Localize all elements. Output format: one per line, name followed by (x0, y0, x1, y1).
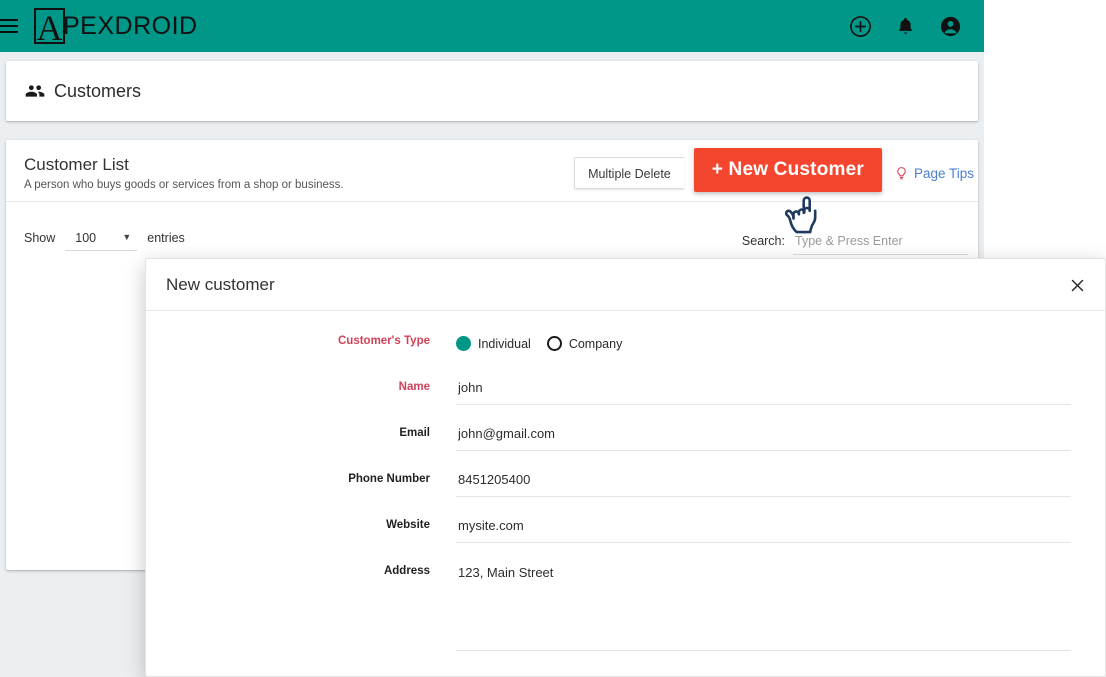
close-icon[interactable] (1063, 271, 1091, 299)
customer-type-option-company[interactable]: Company (546, 336, 623, 351)
topbar-actions (849, 15, 984, 38)
list-controls: Show 102550100 ▼ entries Search: (6, 202, 978, 255)
name-label: Name (398, 381, 430, 393)
show-entries-select[interactable]: 102550100 (65, 228, 138, 251)
modal-body: Customer's Type Individual Company Name Em… (146, 311, 1105, 676)
show-select-wrapper: 102550100 ▼ (65, 228, 138, 251)
page-tips-button[interactable]: Page Tips (894, 166, 974, 181)
page-title: Customers (54, 80, 142, 101)
multiple-delete-button[interactable]: Multiple Delete (574, 157, 684, 189)
field-row-address: Address (146, 555, 1105, 656)
people-icon (25, 85, 45, 97)
website-label: Website (386, 519, 430, 531)
radio-individual-icon[interactable] (456, 336, 471, 351)
search-control: Search: (742, 230, 968, 255)
plus-circle-icon[interactable] (849, 15, 872, 38)
modal-fields: Name Email Phone Number Website Address City (146, 371, 1105, 676)
search-input[interactable] (793, 230, 968, 255)
email-input[interactable] (456, 420, 1071, 451)
phone-number-control (456, 463, 1071, 497)
page-title-card: Customers (6, 61, 978, 121)
account-circle-icon[interactable] (939, 15, 962, 38)
lightbulb-icon (897, 166, 906, 179)
website-control (456, 509, 1071, 543)
customer-type-option-individual[interactable]: Individual (456, 336, 531, 351)
field-row-customer-type: Customer's Type Individual Company (146, 325, 1105, 351)
list-header: Customer List A person who buys goods or… (6, 140, 978, 202)
name-input[interactable] (456, 374, 1071, 405)
field-row-name: Name (146, 371, 1105, 405)
email-control (456, 417, 1071, 451)
address-label: Address (383, 565, 430, 577)
city-label: City (146, 668, 456, 676)
phone-number-input[interactable] (456, 466, 1071, 497)
top-navbar: A PEXDROID (0, 0, 984, 52)
show-entries-control: Show 102550100 ▼ entries (24, 228, 185, 251)
customer-type-radio-group: Individual Company (456, 328, 1071, 351)
screen-root: A PEXDROID Customers Customer List A per… (0, 0, 1106, 677)
show-label: Show (24, 231, 56, 245)
field-row-website: Website (146, 509, 1105, 543)
field-row-phone-number: Phone Number (146, 463, 1105, 497)
list-header-actions: Multiple Delete + New Customer Page Tips (574, 148, 978, 192)
logo-mark: A (34, 8, 65, 44)
page-tips-label: Page Tips (913, 165, 974, 181)
address-control (456, 555, 1071, 656)
city-input[interactable] (456, 671, 1071, 676)
modal-title: New customer (166, 274, 275, 294)
bell-icon[interactable] (894, 15, 917, 38)
app-logo[interactable]: A PEXDROID (34, 8, 198, 44)
search-label: Search: (741, 234, 785, 248)
new-customer-modal: New customer Customer's Type Individual C… (145, 258, 1106, 677)
website-input[interactable] (456, 512, 1071, 543)
modal-header: New customer (146, 259, 1105, 311)
customer-type-label: Customer's Type (338, 335, 430, 347)
field-row-email: Email (146, 417, 1105, 451)
phone-number-label: Phone Number (348, 473, 430, 485)
new-customer-button[interactable]: + New Customer (693, 148, 882, 192)
logo-initial: A (36, 8, 63, 44)
logo-wordmark: PEXDROID (63, 11, 198, 40)
customer-type-option-label: Individual (478, 336, 531, 351)
field-row-city: City (146, 668, 1105, 676)
name-control (456, 371, 1071, 405)
customer-type-option-label: Company (568, 336, 623, 351)
radio-company-icon[interactable] (546, 336, 562, 351)
address-input[interactable] (456, 558, 1071, 651)
city-control (456, 668, 1071, 676)
email-label: Email (399, 427, 430, 439)
customer-type-control: Individual Company (456, 325, 1071, 351)
hamburger-icon[interactable] (0, 19, 22, 33)
entries-label: entries (147, 231, 185, 245)
